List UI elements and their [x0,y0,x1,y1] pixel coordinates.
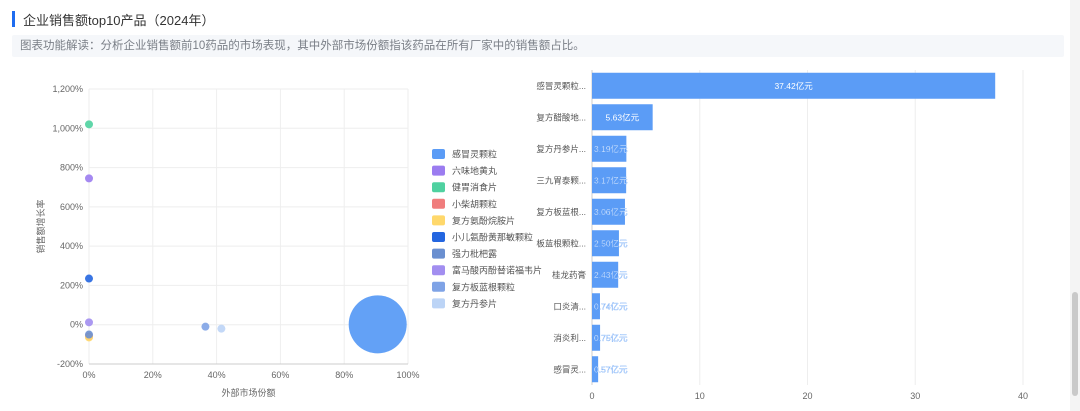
bar-plot-area: 0 10 20 30 40 感冒灵颗粒... 37.42亿元复方醋酸地... 5.63亿元复方… [536,70,1028,401]
bar-data-label: 2.43亿元 [594,270,628,280]
x-tick-label: 40% [208,370,226,380]
bar-data-label: 3.06亿元 [594,207,628,217]
category-label: 消炎利... [553,333,586,343]
scatter-point [85,318,93,327]
bar-data-label: 3.17亿元 [594,175,628,185]
scrollbar-thumb[interactable] [1072,292,1078,396]
scatter-point [201,322,210,331]
y-tick-label: 0% [70,320,83,330]
x-tick-label: 30 [910,391,920,401]
legend-swatch [432,165,445,176]
legend-swatch [432,215,445,226]
category-label: 板蓝根颗粒... [536,238,586,248]
bar-data-label: 0.74亿元 [594,301,628,311]
category-label: 复方丹参片... [536,144,586,154]
y-tick-label: 600% [60,202,83,212]
chart-description: 图表功能解读：分析企业销售额前10药品的市场表现，其中外部市场份额指该药品在所有… [12,35,1064,57]
y-tick-label: -200% [57,359,83,369]
legend-label: 复方板蓝根颗粒 [452,281,515,292]
legend-label: 感冒灵颗粒 [452,149,497,160]
y-tick-label: 200% [60,280,83,290]
category-label: 复方板蓝根... [536,207,586,217]
legend-swatch [432,298,445,309]
x-tick-label: 60% [271,370,289,380]
legend-swatch [432,232,445,242]
x-tick-label: 0 [589,391,594,401]
y-axis-title: 销售额增长率 [35,199,46,253]
category-label: 感冒灵颗粒... [536,81,586,91]
scatter-point [348,295,407,354]
y-tick-label: 1,000% [52,123,83,133]
bar-data-label: 5.63亿元 [606,112,640,122]
legend-label: 六味地黄丸 [452,165,497,176]
scatter-point [85,330,93,339]
bar-data-label: 3.19亿元 [594,144,628,154]
scatter-point [217,324,226,333]
bar-data-label: 37.42亿元 [774,81,813,91]
bar-data-label: 0.75亿元 [594,333,628,343]
scatter-point [85,274,93,283]
x-tick-label: 0% [82,370,95,380]
legend-label: 复方丹参片 [452,298,497,309]
category-label: 感冒灵... [553,364,586,374]
legend-swatch [432,281,445,292]
y-tick-label: 400% [60,241,83,251]
legend-label: 小柴胡颗粒 [452,198,497,209]
x-tick-label: 10 [695,391,705,401]
bar-data-label: 2.50亿元 [594,238,628,248]
scatter-point [85,120,93,129]
y-tick-label: 800% [60,163,83,173]
chart-title-bar: 企业销售额top10产品（2024年） [12,10,214,28]
page-title: 企业销售额top10产品（2024年） [23,12,215,28]
scatter-point [85,174,93,183]
x-tick-label: 100% [396,370,419,380]
category-label: 桂龙药膏 [552,270,586,280]
category-label: 复方醋酸地... [536,112,586,122]
title-accent [12,11,15,27]
scatter-plot-area: -200%0%200%400%600%800%1,000%1,200%0% 20%… [35,84,420,398]
bar-data-label: 0.57亿元 [594,364,628,374]
x-tick-label: 80% [335,370,353,380]
legend-swatch [432,149,445,159]
legend-swatch [432,198,445,209]
category-label: 三九胃泰颗... [536,175,586,185]
x-tick-label: 40 [1018,391,1028,401]
x-tick-label: 20% [144,370,162,380]
legend-label: 复方氨酚烷胺片 [452,215,515,226]
legend-label: 强力枇杷露 [452,248,497,259]
bar-chart: 0 10 20 30 40 感冒灵颗粒... 37.42亿元复方醋酸地... 5.63亿元复方… [536,70,1028,401]
legend-swatch [432,248,445,259]
x-axis-title: 外部市场份额 [221,387,275,398]
legend-label: 健胃消食片 [452,182,497,193]
y-tick-label: 1,200% [52,84,83,94]
category-label: 口炎清... [553,301,586,311]
legend-swatch [432,265,445,276]
legend-swatch [432,182,445,193]
x-tick-label: 20 [802,391,812,401]
